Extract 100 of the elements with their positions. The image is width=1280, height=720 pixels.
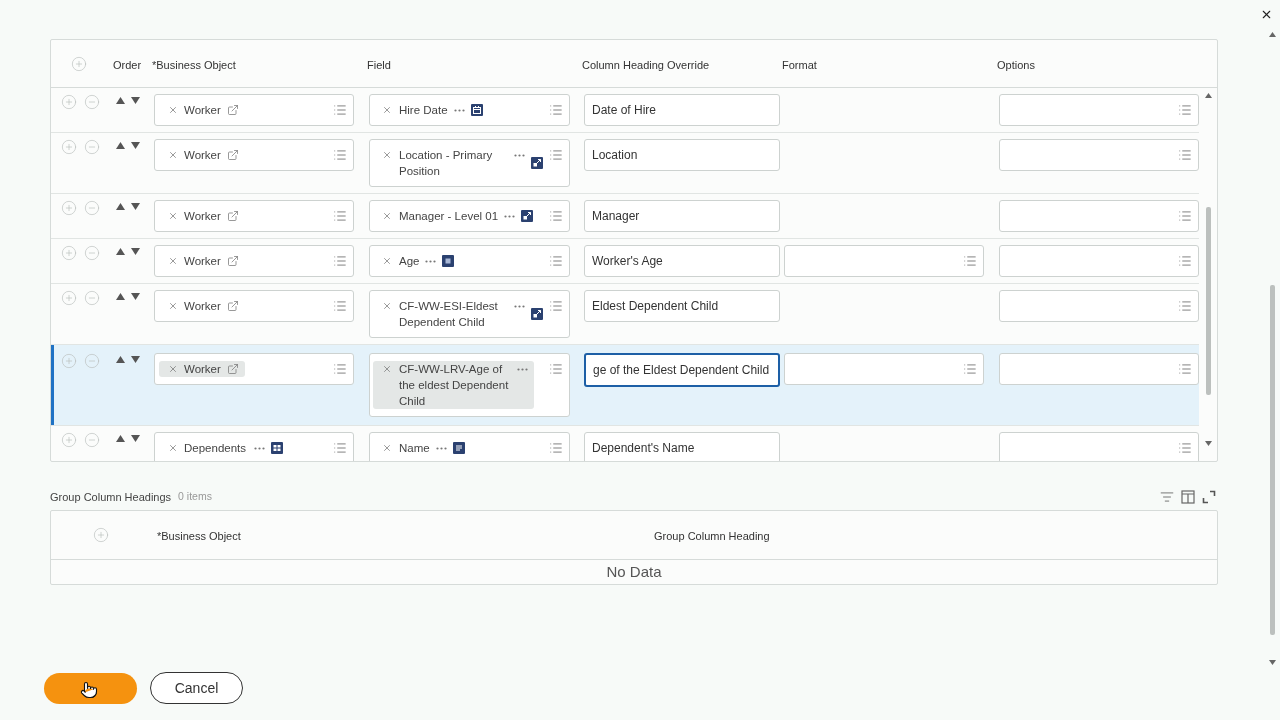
down-triangle-icon[interactable] xyxy=(131,356,140,363)
list-icon[interactable] xyxy=(333,209,347,223)
plus-circle-icon[interactable] xyxy=(61,245,77,261)
heading-input[interactable]: ge of the Eldest Dependent Child xyxy=(584,353,780,387)
x-icon[interactable] xyxy=(382,256,392,266)
up-triangle-icon[interactable] xyxy=(116,97,125,104)
options-prompt[interactable] xyxy=(999,200,1199,232)
external-link-icon[interactable] xyxy=(226,300,239,312)
x-icon[interactable] xyxy=(168,301,178,311)
x-icon[interactable] xyxy=(168,443,178,453)
list-icon[interactable] xyxy=(1178,209,1192,223)
options-prompt[interactable] xyxy=(999,353,1199,385)
plus-circle-icon[interactable] xyxy=(61,290,77,306)
expand-icon[interactable] xyxy=(1202,490,1216,504)
plus-circle-icon[interactable] xyxy=(71,55,87,72)
heading-input[interactable]: Dependent's Name xyxy=(584,432,780,461)
minus-circle-icon[interactable] xyxy=(84,432,100,448)
up-triangle-icon[interactable] xyxy=(116,203,125,210)
heading-input[interactable]: Eldest Dependent Child xyxy=(584,290,780,322)
minus-circle-icon[interactable] xyxy=(84,290,100,306)
up-triangle-icon[interactable] xyxy=(116,356,125,363)
x-icon[interactable] xyxy=(168,211,178,221)
table-row[interactable]: Worker CF-WW-ESI-Eldest Dependent Child Eldest Dependent Child xyxy=(51,284,1199,345)
list-icon[interactable] xyxy=(333,254,347,268)
list-icon[interactable] xyxy=(1178,103,1192,117)
options-prompt[interactable] xyxy=(999,94,1199,126)
list-icon[interactable] xyxy=(549,148,563,162)
field-prompt[interactable]: Manager - Level 01 xyxy=(369,200,570,232)
format-prompt[interactable] xyxy=(784,353,984,385)
x-icon[interactable] xyxy=(382,105,392,115)
up-triangle-icon[interactable] xyxy=(116,142,125,149)
list-icon[interactable] xyxy=(1178,362,1192,376)
list-icon[interactable] xyxy=(549,254,563,268)
list-icon[interactable] xyxy=(549,299,563,313)
down-triangle-icon[interactable] xyxy=(131,293,140,300)
plus-circle-icon[interactable] xyxy=(61,94,77,110)
scroll-up-arrow-icon[interactable] xyxy=(1268,32,1276,37)
heading-input[interactable]: Worker's Age xyxy=(584,245,780,277)
more-dots-icon[interactable] xyxy=(514,154,525,157)
business-object-prompt[interactable]: Worker xyxy=(154,353,354,385)
plus-circle-icon[interactable] xyxy=(61,432,77,448)
options-prompt[interactable] xyxy=(999,290,1199,322)
more-dots-icon[interactable] xyxy=(453,109,465,112)
plus-circle-icon[interactable] xyxy=(61,353,77,369)
minus-circle-icon[interactable] xyxy=(84,139,100,155)
list-icon[interactable] xyxy=(963,254,977,268)
columns-icon[interactable] xyxy=(1181,490,1195,504)
more-dots-icon[interactable] xyxy=(435,447,447,450)
up-triangle-icon[interactable] xyxy=(116,293,125,300)
heading-input[interactable]: Date of Hire xyxy=(584,94,780,126)
external-link-icon[interactable] xyxy=(226,149,239,161)
list-icon[interactable] xyxy=(333,103,347,117)
table-row[interactable]: Worker Hire Date Date of Hire xyxy=(51,88,1199,133)
minus-circle-icon[interactable] xyxy=(84,200,100,216)
business-object-prompt[interactable]: Worker xyxy=(154,139,354,171)
down-triangle-icon[interactable] xyxy=(131,203,140,210)
scrollbar-thumb[interactable] xyxy=(1269,285,1275,635)
x-icon[interactable] xyxy=(382,150,392,160)
external-link-icon[interactable] xyxy=(226,363,239,375)
x-icon[interactable] xyxy=(382,301,392,311)
list-icon[interactable] xyxy=(333,441,347,455)
external-link-icon[interactable] xyxy=(226,104,239,116)
x-icon[interactable] xyxy=(168,105,178,115)
minus-circle-icon[interactable] xyxy=(84,245,100,261)
business-object-prompt[interactable]: Worker xyxy=(154,245,354,277)
business-object-prompt[interactable]: Dependents xyxy=(154,432,354,461)
down-triangle-icon[interactable] xyxy=(131,97,140,104)
plus-circle-icon[interactable] xyxy=(93,527,109,543)
plus-circle-icon[interactable] xyxy=(61,139,77,155)
table-row[interactable]: Worker Location - Primary Position Location xyxy=(51,133,1199,194)
close-button[interactable] xyxy=(1260,8,1273,21)
down-triangle-icon[interactable] xyxy=(131,435,140,442)
x-icon[interactable] xyxy=(168,256,178,266)
x-icon[interactable] xyxy=(168,364,178,374)
down-triangle-icon[interactable] xyxy=(131,142,140,149)
heading-input[interactable]: Location xyxy=(584,139,780,171)
x-icon[interactable] xyxy=(168,150,178,160)
x-icon[interactable] xyxy=(382,211,392,221)
filter-icon[interactable] xyxy=(1160,490,1174,504)
list-icon[interactable] xyxy=(1178,254,1192,268)
options-prompt[interactable] xyxy=(999,245,1199,277)
more-dots-icon[interactable] xyxy=(254,447,266,450)
list-icon[interactable] xyxy=(549,209,563,223)
more-dots-icon[interactable] xyxy=(504,215,516,218)
scroll-up-arrow-icon[interactable] xyxy=(1204,93,1212,98)
scroll-down-arrow-icon[interactable] xyxy=(1204,441,1212,446)
business-object-prompt[interactable]: Worker xyxy=(154,94,354,126)
plus-circle-icon[interactable] xyxy=(61,200,77,216)
item-chip[interactable]: Worker xyxy=(159,361,245,377)
list-icon[interactable] xyxy=(333,148,347,162)
business-object-prompt[interactable]: Worker xyxy=(154,200,354,232)
external-link-icon[interactable] xyxy=(226,210,239,222)
field-prompt[interactable]: CF-WW-LRV-Age of the eldest Dependent Child xyxy=(369,353,570,417)
table-row[interactable]: Worker CF-WW-LRV-Age of the eldest Dependent Child ge of the Eldest Dependent Child xyxy=(51,345,1199,426)
minus-circle-icon[interactable] xyxy=(84,353,100,369)
scrollbar-thumb[interactable] xyxy=(1205,207,1211,395)
up-triangle-icon[interactable] xyxy=(116,248,125,255)
more-dots-icon[interactable] xyxy=(514,305,525,308)
item-chip[interactable]: CF-WW-LRV-Age of the eldest Dependent Child xyxy=(373,361,534,409)
field-prompt[interactable]: CF-WW-ESI-Eldest Dependent Child xyxy=(369,290,570,338)
